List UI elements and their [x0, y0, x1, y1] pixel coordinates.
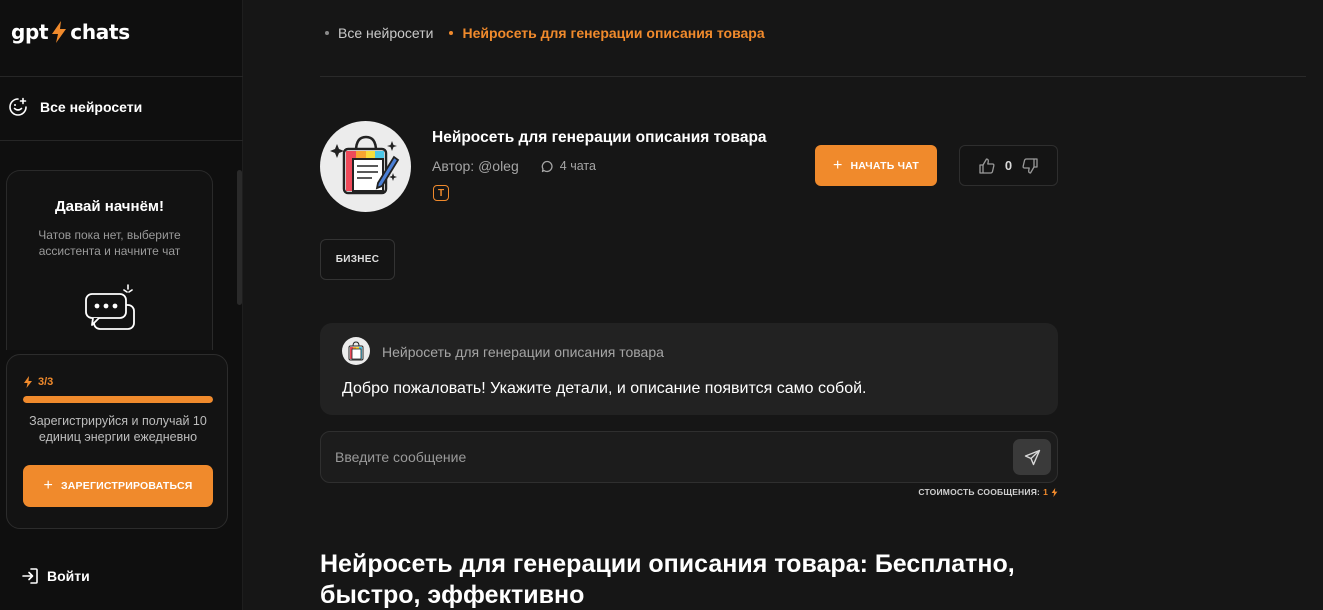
breadcrumb-dot — [325, 31, 329, 35]
message-input[interactable] — [335, 432, 995, 482]
energy-progress-bar — [23, 396, 213, 403]
chat-bubble-icon — [541, 160, 553, 172]
send-icon — [1024, 449, 1040, 465]
greeting-bot-name: Нейросеть для генерации описания товара — [382, 344, 664, 360]
message-cost-value: 1 — [1043, 487, 1048, 497]
bot-chats-count: 4 чата — [541, 159, 596, 173]
category-tag[interactable]: БИЗНЕС — [320, 239, 395, 280]
shopping-bag-icon — [330, 135, 400, 195]
logo-text-right: chats — [70, 20, 130, 44]
breadcrumb: Все нейросети Нейросеть для генерации оп… — [325, 25, 765, 41]
sidebar-divider — [0, 76, 243, 77]
chat-add-icon — [9, 97, 27, 116]
login-button[interactable]: Войти — [21, 567, 90, 585]
thumbs-up-icon[interactable] — [978, 157, 996, 175]
sidebar-item-all-networks[interactable]: Все нейросети — [8, 97, 142, 117]
article-title: Нейросеть для генерации описания товара:… — [320, 550, 1015, 609]
plus-icon: + — [43, 477, 53, 494]
start-chat-button[interactable]: + НАЧАТЬ ЧАТ — [815, 145, 937, 186]
breadcrumb-item-current: Нейросеть для генерации описания товара — [449, 25, 765, 41]
energy-progress-fill — [23, 396, 213, 403]
energy-promo-text: Зарегистрируйся и получай 10 единиц энер… — [29, 414, 207, 444]
login-label: Войти — [47, 568, 90, 584]
vote-box: 0 — [959, 145, 1058, 186]
breadcrumb-label: Нейросеть для генерации описания товара — [462, 25, 765, 41]
lightning-icon — [24, 376, 32, 388]
breadcrumb-dot — [449, 31, 454, 35]
energy-counter: 3/3 — [23, 376, 53, 388]
bot-author[interactable]: Автор: @oleg — [432, 158, 519, 174]
register-button[interactable]: + ЗАРЕГИСТРИРОВАТЬСЯ — [23, 465, 213, 507]
plus-icon: + — [832, 156, 843, 174]
empty-chats-title: Давай начнём! — [54, 198, 164, 215]
login-icon — [22, 568, 38, 584]
send-button[interactable] — [1013, 439, 1051, 475]
message-composer — [320, 431, 1058, 483]
bot-avatar — [320, 121, 411, 212]
empty-chats-card: Давай начнём! Чатов пока нет, выберите а… — [6, 170, 213, 350]
logo[interactable]: gpt chats — [11, 20, 130, 44]
shopping-bag-icon — [348, 341, 364, 361]
bot-meta: Автор: @oleg 4 чата — [432, 158, 596, 174]
bot-chats-label: 4 чата — [559, 159, 596, 173]
thumbs-down-icon[interactable] — [1021, 157, 1039, 175]
sidebar: gpt chats Все нейросети Давай начнём! Ча… — [0, 0, 243, 610]
logo-text-left: gpt — [11, 20, 49, 44]
chat-bubbles-icon — [85, 284, 135, 330]
bot-title: Нейросеть для генерации описания товара — [432, 129, 767, 146]
register-button-label: ЗАРЕГИСТРИРОВАТЬСЯ — [61, 480, 193, 492]
energy-card: 3/3 Зарегистрируйся и получай 10 единиц … — [6, 354, 228, 529]
header-divider — [320, 76, 1306, 77]
message-cost-label: СТОИМОСТЬ СООБЩЕНИЯ: — [918, 487, 1041, 497]
energy-label: 3/3 — [38, 376, 54, 388]
lightning-icon — [1051, 487, 1058, 497]
greeting-message: Нейросеть для генерации описания товара … — [320, 323, 1058, 415]
breadcrumb-label: Все нейросети — [338, 25, 434, 41]
start-chat-label: НАЧАТЬ ЧАТ — [850, 159, 920, 172]
lightning-icon — [52, 21, 67, 43]
sidebar-scrollbar[interactable] — [237, 170, 242, 305]
model-badge-icon: T — [433, 185, 449, 201]
sidebar-divider — [0, 140, 243, 141]
greeting-text: Добро пожаловать! Укажите детали, и опис… — [342, 380, 867, 397]
model-badge-label: T — [437, 187, 445, 199]
message-cost: СТОИМОСТЬ СООБЩЕНИЯ: 1 — [800, 487, 1058, 497]
greeting-avatar — [342, 337, 370, 365]
empty-chats-text: Чатов пока нет, выберите ассистента и на… — [38, 228, 181, 258]
vote-count: 0 — [1004, 158, 1013, 173]
sidebar-item-label: Все нейросети — [40, 99, 143, 115]
breadcrumb-item-all-networks[interactable]: Все нейросети — [325, 25, 433, 41]
